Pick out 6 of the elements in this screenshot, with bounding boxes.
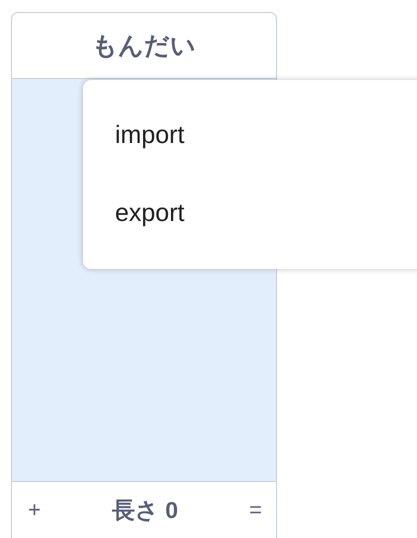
list-title: もんだい: [92, 31, 196, 62]
resize-handle[interactable]: =: [247, 497, 264, 523]
menu-item[interactable]: export: [83, 174, 184, 253]
add-item-button[interactable]: +: [26, 497, 43, 523]
list-length: 長さ 0: [112, 496, 178, 524]
menu-item[interactable]: import: [83, 96, 184, 174]
